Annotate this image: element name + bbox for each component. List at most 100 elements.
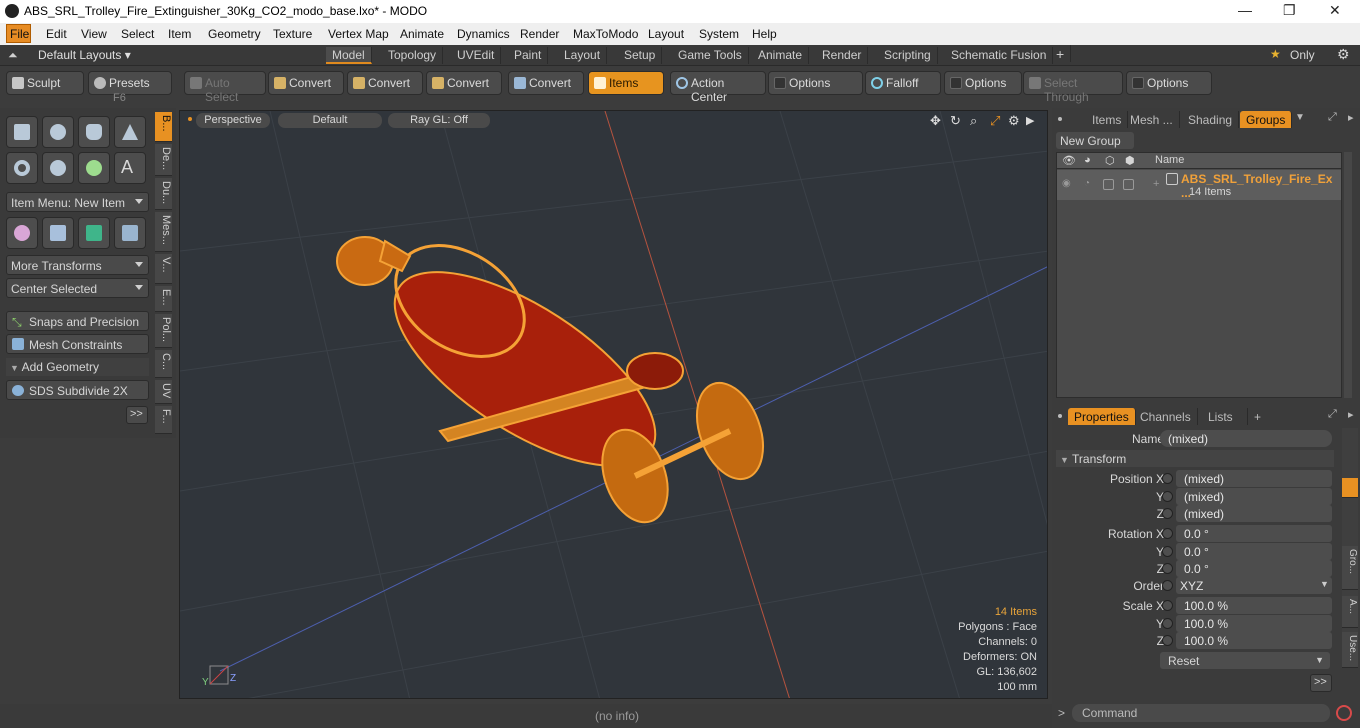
tabs-dropdown-icon[interactable]: ▼: [1295, 112, 1305, 123]
vtab-duplicate[interactable]: Du...: [155, 178, 172, 210]
position-y-keyframe-dot[interactable]: [1162, 491, 1173, 502]
add-geometry-header[interactable]: ▼ Add Geometry: [6, 358, 149, 376]
options-button-2[interactable]: Options: [944, 71, 1022, 95]
falloff-button[interactable]: Falloff: [865, 71, 941, 95]
default-layouts-dropdown[interactable]: Default Layouts ▾: [38, 48, 131, 62]
convert-button-3[interactable]: Convert: [426, 71, 502, 95]
tab-game-tools[interactable]: Game Tools: [672, 47, 749, 64]
props-menu-dot[interactable]: [1058, 414, 1062, 418]
name-value-field[interactable]: (mixed): [1160, 430, 1332, 447]
options-button-3[interactable]: Options: [1126, 71, 1212, 95]
position-y-field[interactable]: (mixed): [1176, 488, 1332, 505]
items-mode-button[interactable]: Items: [588, 71, 664, 95]
text-tool-button[interactable]: A: [114, 152, 146, 184]
menu-layout[interactable]: Layout: [648, 27, 684, 41]
layout-collapse-icon[interactable]: ⏶: [8, 48, 18, 63]
props-expand-icon[interactable]: ⤢: [1328, 408, 1337, 421]
order-dropdown[interactable]: XYZ: [1176, 577, 1332, 594]
menu-system[interactable]: System: [699, 27, 739, 41]
vtab-uv[interactable]: UV: [155, 380, 172, 404]
viewport-gear-icon[interactable]: ⚙: [1008, 113, 1020, 129]
close-button[interactable]: ✕: [1329, 2, 1341, 19]
sculpt-button[interactable]: Sculpt: [6, 71, 84, 95]
select-column-icon[interactable]: ⬢: [1125, 154, 1135, 167]
raygl-toggle[interactable]: Ray GL: Off: [388, 113, 490, 128]
tab-paint[interactable]: Paint: [508, 47, 549, 64]
tab-lists[interactable]: Lists: [1200, 408, 1248, 425]
render-toggle-icon[interactable]: ◔: [1084, 178, 1090, 189]
menu-item[interactable]: Item: [168, 27, 191, 41]
gear-icon[interactable]: ⚙: [1337, 46, 1350, 63]
viewport-menu-dot[interactable]: [188, 117, 192, 121]
position-x-field[interactable]: (mixed): [1176, 470, 1332, 487]
side-tab-active[interactable]: [1342, 478, 1358, 498]
tab-schematic-fusion[interactable]: Schematic Fusion: [945, 47, 1054, 64]
rotation-z-keyframe-dot[interactable]: [1162, 563, 1173, 574]
3d-viewport[interactable]: Perspective Default Ray GL: Off ✥ ↻ ⌕ ⤢ …: [179, 110, 1048, 699]
order-keyframe-dot[interactable]: [1162, 580, 1173, 591]
tab-model[interactable]: Model: [326, 47, 372, 64]
vtab-edge[interactable]: E...: [155, 286, 172, 312]
props-more-button[interactable]: >>: [1310, 674, 1332, 692]
pan-icon[interactable]: ✥: [930, 113, 941, 129]
tab-topology[interactable]: Topology: [382, 47, 444, 64]
convert-button-4[interactable]: Convert: [508, 71, 584, 95]
reset-dropdown[interactable]: Reset ▼: [1160, 652, 1330, 669]
side-tab-a[interactable]: A...: [1342, 596, 1358, 628]
scale-y-field[interactable]: 100.0 %: [1176, 615, 1332, 632]
visibility-column-icon[interactable]: 👁: [1062, 154, 1076, 167]
auto-select-button[interactable]: Auto Select: [184, 71, 266, 104]
more-transforms-dropdown[interactable]: More Transforms: [6, 255, 149, 275]
torus-tool-button[interactable]: [6, 152, 38, 184]
viewport-scene[interactable]: [180, 111, 1048, 699]
menu-edit[interactable]: Edit: [46, 27, 67, 41]
menu-vertex-map[interactable]: Vertex Map: [328, 27, 389, 41]
sds-subdivide-button[interactable]: SDS Subdivide 2X: [6, 380, 149, 400]
menu-animate[interactable]: Animate: [400, 27, 444, 41]
rotation-y-field[interactable]: 0.0 °: [1176, 543, 1332, 560]
vtab-deform[interactable]: De...: [155, 144, 172, 176]
tab-setup[interactable]: Setup: [618, 47, 663, 64]
locator-tool-button[interactable]: [6, 217, 38, 249]
menu-dynamics[interactable]: Dynamics: [457, 27, 510, 41]
vtab-mesh-edit[interactable]: Mes...: [155, 212, 172, 252]
select-toggle-icon[interactable]: [1123, 179, 1134, 190]
mesh-tool-button[interactable]: [78, 217, 110, 249]
menu-file[interactable]: File: [6, 24, 31, 43]
position-x-keyframe-dot[interactable]: [1162, 473, 1173, 484]
panel-menu-dot[interactable]: [1058, 117, 1062, 121]
groups-list[interactable]: 👁 ◕ ⬡ ⬢ Name ◉ ◔ + ABS_SRL_Trolley_Fire_…: [1056, 152, 1342, 398]
command-input[interactable]: Command: [1072, 704, 1330, 722]
rotation-y-keyframe-dot[interactable]: [1162, 546, 1173, 557]
snaps-precision-button[interactable]: ⤡ Snaps and Precision: [6, 311, 149, 331]
cylinder-tool-button[interactable]: [78, 116, 110, 148]
shading-style-dropdown[interactable]: Default: [278, 113, 382, 128]
panel-more-icon[interactable]: ▸: [1348, 111, 1354, 124]
visibility-eye-icon[interactable]: ◉: [1062, 178, 1071, 189]
maximize-button[interactable]: ❐: [1283, 2, 1296, 19]
name-column-header[interactable]: Name: [1155, 154, 1184, 166]
plane-tool-button[interactable]: [114, 217, 146, 249]
tab-scripting[interactable]: Scripting: [878, 47, 938, 64]
cone-tool-button[interactable]: [114, 116, 146, 148]
menu-help[interactable]: Help: [752, 27, 777, 41]
vtab-polygon[interactable]: Pol...: [155, 314, 172, 348]
viewport-expand-icon[interactable]: ▶: [1026, 114, 1034, 127]
tab-groups[interactable]: Groups: [1240, 111, 1293, 128]
scale-x-field[interactable]: 100.0 %: [1176, 597, 1332, 614]
zoom-icon[interactable]: ⌕: [970, 113, 977, 129]
tab-uvedit[interactable]: UVEdit: [451, 47, 502, 64]
perspective-view-dropdown[interactable]: Perspective: [196, 113, 270, 128]
pen-tool-button[interactable]: [78, 152, 110, 184]
vtab-basic[interactable]: B...: [155, 112, 172, 142]
expand-plus-icon[interactable]: +: [1153, 178, 1159, 190]
menu-view[interactable]: View: [81, 27, 107, 41]
position-z-field[interactable]: (mixed): [1176, 505, 1332, 522]
rotation-x-keyframe-dot[interactable]: [1162, 528, 1173, 539]
scale-x-keyframe-dot[interactable]: [1162, 600, 1173, 611]
props-more-icon[interactable]: ▸: [1348, 408, 1354, 421]
side-tab-groups[interactable]: Gro...: [1342, 546, 1358, 590]
tab-mesh[interactable]: Mesh ...: [1124, 111, 1180, 128]
scale-y-keyframe-dot[interactable]: [1162, 618, 1173, 629]
item-menu-dropdown[interactable]: Item Menu: New Item: [6, 192, 149, 212]
